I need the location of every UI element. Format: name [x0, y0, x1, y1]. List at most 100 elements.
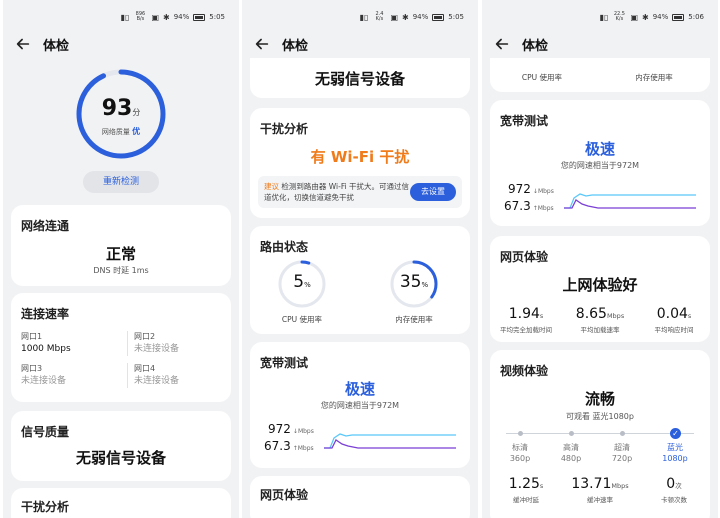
speed-chart: [324, 433, 456, 449]
port-value: 未连接设备: [134, 376, 180, 386]
port-item: 网口4 未连接设备: [127, 363, 221, 388]
resolution-value: 1080p: [662, 454, 688, 463]
port-name: 网口4: [134, 364, 156, 373]
download-unit-text: Mbps: [297, 428, 314, 435]
memory-label: 内存使用率: [635, 73, 673, 82]
memory-number: 35: [399, 272, 422, 292]
web-metric: 8.65Mbps 平均加载速率: [564, 306, 636, 334]
back-button[interactable]: [482, 30, 522, 58]
metric-value: 1.25s: [490, 476, 562, 492]
broadband-detail: 您的网速相当于972M: [560, 161, 640, 170]
card-title: 干扰分析: [260, 122, 309, 136]
upload-value: 67.3: [504, 199, 531, 213]
resolution-label: 高清 480p: [553, 442, 589, 464]
screen-3: ▮▯ 22.5 K/s ▣ ✱ 94% 5:06 体检 CPU 使用率 内存使用…: [482, 0, 718, 518]
metric-number: 8.65: [575, 306, 607, 322]
signal-card: 信号质量 无弱信号设备: [11, 411, 231, 481]
page-title: 体检: [282, 38, 309, 54]
cpu-label: CPU 使用率: [281, 315, 323, 324]
download-unit: ↓Mbps: [533, 188, 554, 195]
resolution-dot: [518, 431, 523, 436]
broadband-status: 极速: [344, 380, 375, 398]
memory-label: 内存使用率: [395, 315, 433, 324]
cpu-label: CPU 使用率: [521, 73, 563, 82]
download-unit-text: Mbps: [537, 188, 554, 195]
web-experience-card: 网页体验 上网体验好 1.94s 平均完全加载时间 8.65Mbps 平均加载速率 …: [490, 236, 710, 342]
nfc-icon: ▣: [390, 12, 398, 22]
memory-value: 35%: [388, 272, 440, 292]
connectivity-status: 正常: [105, 245, 136, 263]
signal-status: 无弱信号设备: [75, 449, 166, 467]
recheck-button[interactable]: 重新检测: [83, 171, 159, 193]
video-status: 流畅: [584, 390, 615, 408]
net-speed: 896 B/s: [135, 11, 146, 22]
signal-status: 无弱信号设备: [314, 70, 405, 88]
web-metric: 0.04s 平均响应时间: [638, 306, 710, 334]
battery-percent: 94%: [173, 13, 190, 21]
score-caption: 网络质量: [101, 128, 130, 136]
metric-number: 0: [666, 476, 676, 492]
upload-unit: ↑Mbps: [533, 205, 554, 212]
top-bar: 体检: [482, 30, 718, 58]
download-value: 972: [268, 422, 291, 436]
video-experience-card: 视频体验 流畅 可观看 蓝光1080p ✓ 标清 360p 高清 480p 超清 72…: [490, 350, 710, 518]
metric-unit: Mbps: [606, 312, 625, 320]
upload-unit-text: Mbps: [537, 205, 554, 212]
card-title: 路由状态: [260, 240, 309, 254]
download-value: 972: [508, 182, 531, 196]
upload-unit-text: Mbps: [297, 445, 314, 452]
card-title: 信号质量: [21, 425, 70, 439]
metric-label: 缓冲速率: [587, 496, 613, 504]
broadband-card: 宽带测试 极速 您的网速相当于972M 972 ↓Mbps 67.3 ↑Mbps: [250, 342, 470, 468]
port-value: 未连接设备: [134, 344, 180, 354]
router-status-card-partial: CPU 使用率 内存使用率: [490, 58, 710, 92]
status-bar: ▮▯ 896 B/s ▣ ✱ 94% 5:05: [121, 10, 225, 24]
bluetooth-icon: ✱: [163, 12, 170, 22]
card-title: 视频体验: [500, 364, 549, 378]
download-line: [564, 193, 696, 209]
cpu-number: 5: [293, 272, 305, 292]
screen-2: ▮▯ 2.4 K/s ▣ ✱ 94% 5:05 体检 无弱信号设备 干扰分析 有…: [242, 0, 478, 518]
status-bar: ▮▯ 22.5 K/s ▣ ✱ 94% 5:06: [600, 10, 704, 24]
score-grade: 优: [132, 127, 141, 136]
top-bar: 体检: [242, 30, 478, 58]
metric-value: 0次: [638, 476, 710, 492]
clock: 5:05: [209, 13, 225, 21]
back-button[interactable]: [3, 30, 43, 58]
status-bar: ▮▯ 2.4 K/s ▣ ✱ 94% 5:05: [360, 10, 464, 24]
resolution-track: [506, 433, 694, 434]
resolution-value: 360p: [509, 454, 531, 463]
clock: 5:05: [448, 13, 464, 21]
signal-icon: ▮▯: [359, 12, 369, 22]
card-title: 网页体验: [260, 488, 309, 502]
card-title: 连接速率: [21, 307, 70, 321]
go-settings-button[interactable]: 去设置: [410, 183, 456, 201]
arrow-left-icon: [495, 38, 509, 50]
metric-unit: s: [539, 312, 544, 320]
port-name: 网口3: [21, 364, 43, 373]
arrow-left-icon: [255, 38, 269, 50]
broadband-card: 宽带测试 极速 您的网速相当于972M 972 ↓Mbps 67.3 ↑Mbps: [490, 100, 710, 226]
port-item: 网口3 未连接设备: [21, 363, 115, 388]
resolution-name: 标清: [512, 443, 528, 452]
net-speed: 22.5 K/s: [613, 11, 625, 22]
video-metric: 0次 卡顿次数: [638, 476, 710, 504]
port-name: 网口1: [21, 332, 43, 341]
card-title: 网络连通: [21, 219, 70, 233]
battery-icon: [672, 13, 685, 21]
upload-value: 67.3: [264, 439, 291, 453]
metric-unit: Mbps: [611, 482, 629, 490]
arrow-left-icon: [16, 38, 30, 50]
battery-percent: 94%: [412, 13, 429, 21]
port-name: 网口2: [134, 332, 156, 341]
resolution-label: 超清 720p: [604, 442, 640, 464]
upload-speed: 67.3 ↑Mbps: [504, 199, 554, 213]
cpu-value: 5%: [276, 272, 328, 292]
page-title: 体检: [43, 38, 70, 54]
metric-label: 平均响应时间: [654, 326, 694, 334]
resolution-value: 720p: [611, 454, 633, 463]
port-value: 1000 Mbps: [21, 344, 71, 354]
back-button[interactable]: [242, 30, 282, 58]
metric-label: 平均完全加载时间: [500, 326, 552, 334]
card-title: 宽带测试: [500, 114, 549, 128]
